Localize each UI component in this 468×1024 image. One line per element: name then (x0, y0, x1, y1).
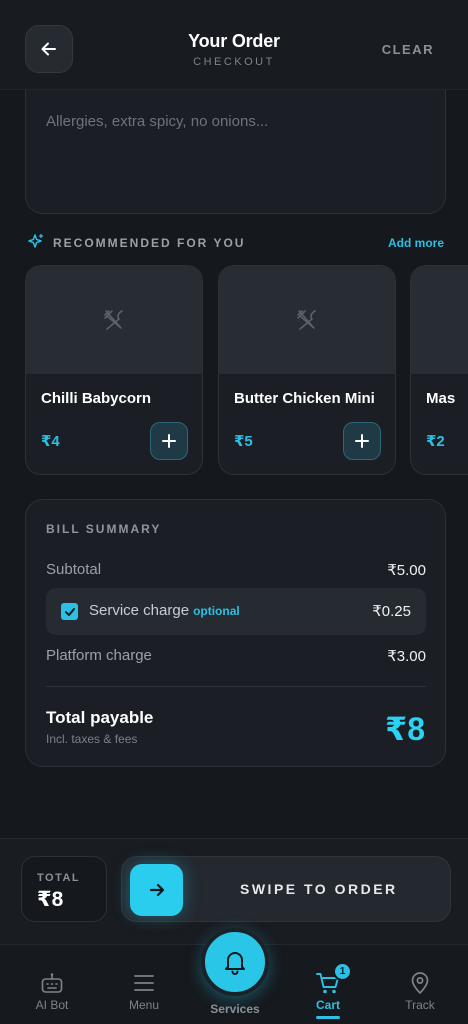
services-button[interactable] (201, 928, 269, 996)
bill-summary-title: BILL SUMMARY (46, 522, 162, 536)
nav-label-track: Track (405, 998, 435, 1012)
nav-item-ai-bot[interactable]: AI Bot (12, 945, 92, 1024)
add-more-link[interactable]: Add more (388, 236, 444, 250)
total-payable-value: ₹8 (384, 711, 425, 747)
nav-label-services: Services (210, 1002, 260, 1016)
subtotal-label: Subtotal (46, 561, 102, 578)
clear-button[interactable]: CLEAR (382, 42, 434, 57)
bill-divider (46, 686, 426, 687)
add-item-button[interactable] (150, 422, 188, 460)
item-price: ₹4 (41, 433, 60, 450)
subtotal-value: ₹5.00 (387, 562, 426, 579)
location-pin-icon (380, 970, 460, 996)
swipe-handle[interactable] (130, 864, 183, 916)
service-charge-label: Service charge optional (89, 602, 240, 619)
recommended-item[interactable]: Butter Chicken Mini ₹5 (218, 265, 396, 475)
arrow-right-icon (149, 883, 164, 897)
utensils-icon (104, 310, 123, 330)
bell-icon (225, 952, 245, 975)
total-payable-note: Incl. taxes & fees (46, 732, 138, 746)
add-item-button[interactable] (343, 422, 381, 460)
subtotal-row: Subtotal ₹5.00 (46, 561, 426, 581)
header: Your Order CHECKOUT CLEAR (0, 0, 468, 90)
utensils-icon (297, 310, 316, 330)
total-payable-label: Total payable (46, 708, 154, 727)
plus-icon (162, 434, 176, 448)
item-image-placeholder (411, 266, 468, 374)
nav-item-menu[interactable]: Menu (104, 945, 184, 1024)
nav-label-menu: Menu (128, 998, 160, 1012)
recommended-list[interactable]: Chilli Babycorn ₹4 Butter Chicken Mini ₹… (25, 265, 468, 475)
sparkle-icon (28, 233, 44, 248)
nav-item-cart[interactable]: Cart (288, 945, 368, 1024)
nav-label-ai-bot: AI Bot (35, 998, 69, 1012)
nav-label-cart: Cart (315, 998, 340, 1012)
platform-charge-row: Platform charge ₹3.00 (46, 647, 426, 667)
service-charge-value: ₹0.25 (372, 603, 411, 620)
service-charge-row[interactable]: Service charge optional ₹0.25 (46, 588, 426, 635)
platform-charge-label: Platform charge (46, 647, 152, 664)
check-icon (64, 607, 75, 616)
service-charge-text: Service charge (89, 602, 190, 619)
cart-count-badge: 1 (333, 962, 352, 981)
bill-summary-card: BILL SUMMARY Subtotal ₹5.00 Service char… (25, 499, 446, 767)
active-tab-indicator (316, 1016, 340, 1019)
robot-icon (12, 970, 92, 996)
recommended-title: RECOMMENDED FOR YOU (53, 236, 246, 250)
total-box-label: TOTAL (37, 872, 81, 884)
item-name: Chilli Babycorn (41, 390, 152, 407)
recommended-item[interactable]: Chilli Babycorn ₹4 (25, 265, 203, 475)
total-box: TOTAL ₹8 (21, 856, 107, 922)
menu-icon (104, 970, 184, 996)
page-subtitle: CHECKOUT (193, 56, 275, 68)
service-charge-checkbox[interactable] (61, 603, 78, 620)
recommended-item[interactable]: Mas ₹2 (410, 265, 468, 475)
cart-icon (288, 970, 368, 996)
recommended-header: RECOMMENDED FOR YOU Add more (27, 233, 445, 253)
total-box-value: ₹8 (37, 888, 64, 911)
swipe-to-order-label: SWIPE TO ORDER (240, 881, 398, 897)
item-price: ₹5 (234, 433, 253, 450)
nav-item-track[interactable]: Track (380, 945, 460, 1024)
item-name: Mas (426, 390, 456, 407)
swipe-to-order-track[interactable]: SWIPE TO ORDER (121, 856, 451, 922)
item-image-placeholder (26, 266, 202, 374)
special-instructions-placeholder: Allergies, extra spicy, no onions... (46, 113, 269, 130)
optional-tag: optional (193, 604, 240, 618)
item-price: ₹2 (426, 433, 445, 450)
platform-charge-value: ₹3.00 (387, 648, 426, 665)
item-image-placeholder (219, 266, 395, 374)
item-name: Butter Chicken Mini (234, 390, 375, 407)
plus-icon (355, 434, 369, 448)
